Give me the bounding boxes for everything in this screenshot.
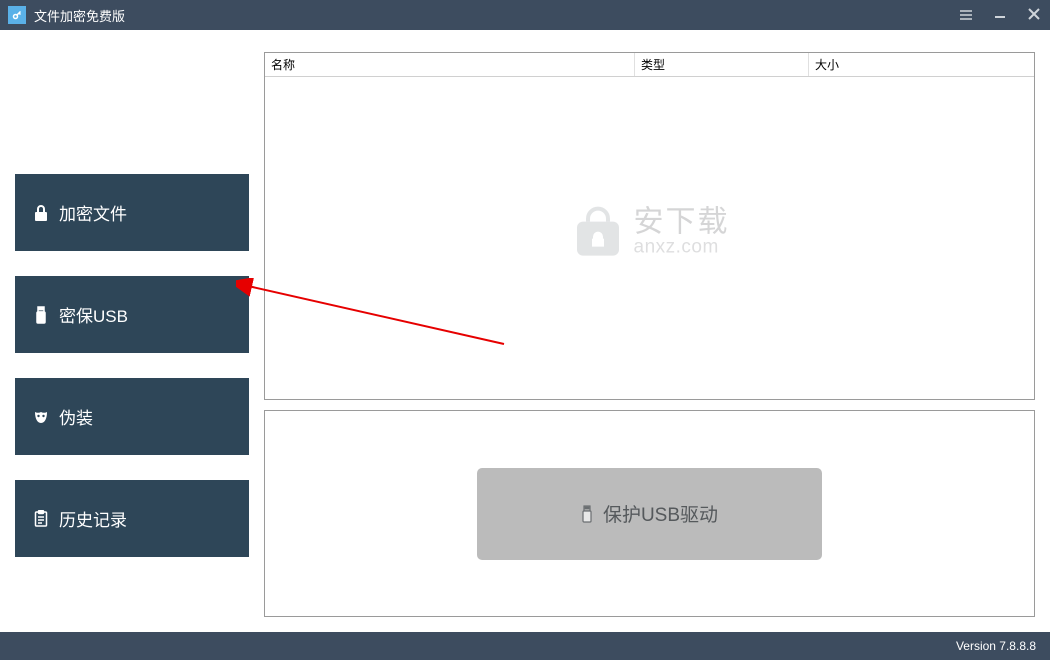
usb-icon xyxy=(581,505,593,523)
action-panel: 保护USB驱动 xyxy=(264,410,1035,617)
column-header-size[interactable]: 大小 xyxy=(809,53,1034,76)
content-area: 名称 类型 大小 安下载 anxz.com xyxy=(264,30,1050,632)
app-title: 文件加密免费版 xyxy=(34,6,958,25)
column-header-type[interactable]: 类型 xyxy=(635,53,809,76)
table-header: 名称 类型 大小 xyxy=(265,53,1034,77)
window-controls xyxy=(958,7,1042,23)
watermark-text-cn: 安下载 xyxy=(634,207,730,237)
sidebar-item-disguise[interactable]: 伪装 xyxy=(15,378,249,455)
sidebar-item-label: 加密文件 xyxy=(59,200,127,225)
mask-icon xyxy=(33,409,49,425)
main-area: 加密文件 密保USB 伪装 xyxy=(0,30,1050,632)
watermark-text-en: anxz.com xyxy=(634,237,730,256)
file-table: 名称 类型 大小 安下载 anxz.com xyxy=(264,52,1035,400)
version-label: Version 7.8.8.8 xyxy=(956,639,1036,653)
app-icon xyxy=(8,6,26,24)
sidebar-item-encrypt-file[interactable]: 加密文件 xyxy=(15,174,249,251)
titlebar: 文件加密免费版 xyxy=(0,0,1050,30)
protect-usb-button[interactable]: 保护USB驱动 xyxy=(477,468,822,560)
column-header-name[interactable]: 名称 xyxy=(265,53,635,76)
sidebar-item-history[interactable]: 历史记录 xyxy=(15,480,249,557)
sidebar-item-usb-protect[interactable]: 密保USB xyxy=(15,276,249,353)
sidebar-item-label: 伪装 xyxy=(59,404,93,429)
minimize-button[interactable] xyxy=(992,7,1008,23)
sidebar: 加密文件 密保USB 伪装 xyxy=(0,30,264,632)
bag-lock-icon xyxy=(570,204,626,260)
watermark: 安下载 anxz.com xyxy=(570,204,730,260)
sidebar-item-label: 密保USB xyxy=(59,302,128,327)
protect-usb-label: 保护USB驱动 xyxy=(603,500,718,527)
clipboard-icon xyxy=(33,510,49,527)
sidebar-item-label: 历史记录 xyxy=(59,506,127,531)
lock-icon xyxy=(33,205,49,221)
close-button[interactable] xyxy=(1026,7,1042,23)
footer: Version 7.8.8.8 xyxy=(0,632,1050,660)
usb-icon xyxy=(33,306,49,324)
menu-button[interactable] xyxy=(958,7,974,23)
